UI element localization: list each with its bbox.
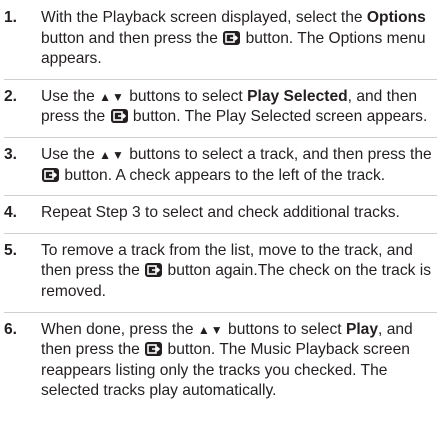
step-text: buttons to select: [129, 87, 243, 105]
step-text: button. The Play Selected screen appears…: [132, 108, 428, 126]
enter-button-icon: [110, 109, 128, 124]
play-selected-label: Play Selected: [247, 87, 348, 105]
enter-button-icon: [145, 263, 163, 278]
up-down-arrows-icon: ▲▼: [99, 89, 125, 104]
step-text: button. A check appears to the left of t…: [64, 166, 386, 184]
step-text: When done, press the: [41, 320, 194, 338]
steps-list: 1. With the Playback screen displayed, s…: [4, 8, 437, 411]
step-6: 6. When done, press the ▲▼ buttons to se…: [4, 320, 437, 411]
step-text: Use the: [41, 87, 95, 105]
instructions-page: 1. With the Playback screen displayed, s…: [0, 0, 443, 422]
play-label: Play: [345, 320, 379, 338]
step-4: 4. Repeat Step 3 to select and check add…: [4, 203, 437, 234]
step-text: buttons to select: [228, 320, 342, 338]
step-text: Repeat Step 3 to select and check additi…: [41, 204, 400, 222]
step-text: buttons to select a track, and then pres…: [129, 145, 432, 163]
step-5: 5. To remove a track from the list, move…: [4, 241, 437, 313]
options-label: Options: [366, 9, 426, 26]
step-number: 6.: [4, 320, 18, 338]
step-number: 3.: [4, 145, 18, 163]
step-1: 1. With the Playback screen displayed, s…: [4, 8, 437, 80]
step-text: Use the: [41, 145, 95, 163]
step-text: button and then press the: [41, 29, 218, 47]
step-3: 3. Use the ▲▼ buttons to select a track,…: [4, 145, 437, 197]
step-number: 4.: [4, 204, 18, 222]
step-number: 5.: [4, 241, 18, 259]
enter-button-icon: [223, 30, 241, 45]
step-text: With the Playback screen displayed, sele…: [41, 9, 363, 26]
up-down-arrows-icon: ▲▼: [197, 322, 224, 337]
up-down-arrows-icon: ▲▼: [99, 147, 125, 162]
step-number: 2.: [4, 87, 18, 105]
step-number: 1.: [4, 9, 18, 26]
step-2: 2. Use the ▲▼ buttons to select Play Sel…: [4, 87, 437, 138]
enter-button-icon: [145, 342, 163, 357]
enter-button-icon: [42, 167, 59, 182]
